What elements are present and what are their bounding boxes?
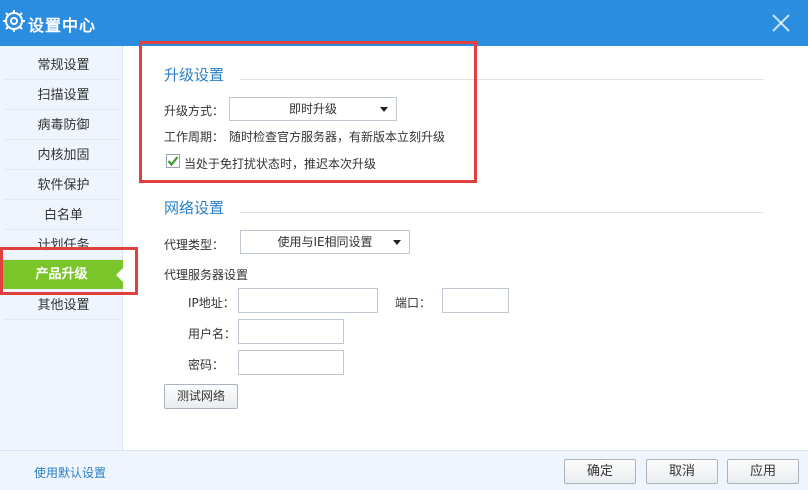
upgrade-mode-label: 升级方式： [164, 104, 225, 118]
dropdown-arrow-icon [393, 240, 401, 245]
proxy-server-label: 代理服务器设置 [164, 268, 249, 282]
sidebar-item-whitelist[interactable]: 白名单 [4, 201, 123, 230]
window-title: 设置中心 [28, 16, 97, 35]
network-section-divider [240, 212, 764, 213]
sidebar-item-label: 软件保护 [37, 178, 90, 193]
restore-defaults-link[interactable]: 使用默认设置 [34, 464, 106, 481]
dropdown-arrow-icon [380, 107, 388, 112]
upgrade-cycle-value: 随时检查官方服务器，有新版本立刻升级 [229, 130, 446, 144]
sidebar-item-other[interactable]: 其他设置 [4, 291, 123, 320]
gear-logo-icon [3, 10, 25, 32]
sidebar-item-label: 扫描设置 [37, 88, 90, 103]
sidebar-item-kernel[interactable]: 内核加固 [4, 141, 123, 170]
password-input[interactable] [238, 350, 344, 375]
port-input[interactable] [442, 288, 509, 313]
footer-bar: 使用默认设置 确定 取消 应用 [0, 450, 808, 490]
upgrade-cycle-label: 工作周期： [164, 130, 225, 144]
proxy-type-label: 代理类型： [164, 238, 225, 252]
port-label: 端口： [395, 296, 432, 310]
proxy-type-value: 使用与IE相同设置 [277, 235, 373, 249]
sidebar-item-label: 产品升级 [35, 267, 88, 282]
username-input[interactable] [238, 319, 344, 344]
close-icon[interactable] [768, 10, 794, 36]
upgrade-mode-select[interactable]: 即时升级 [229, 97, 397, 121]
upgrade-section-title: 升级设置 [164, 66, 225, 84]
password-label: 密码： [188, 358, 225, 372]
ok-button[interactable]: 确定 [564, 459, 636, 484]
ip-input[interactable] [238, 288, 378, 313]
ip-label: IP地址： [188, 296, 235, 310]
network-section-title: 网络设置 [164, 199, 225, 217]
apply-button[interactable]: 应用 [727, 459, 799, 484]
sidebar-item-label: 计划任务 [37, 238, 90, 253]
sidebar-item-scan[interactable]: 扫描设置 [4, 81, 123, 110]
cancel-button[interactable]: 取消 [646, 459, 718, 484]
upgrade-section-divider [240, 79, 764, 80]
sidebar: 常规设置 扫描设置 病毒防御 内核加固 软件保护 白名单 计划任务 产品升级 其… [0, 46, 123, 450]
sidebar-item-label: 其他设置 [37, 298, 90, 313]
title-bar: 设置中心 [0, 0, 808, 46]
upgrade-mode-value: 即时升级 [288, 102, 337, 116]
sidebar-item-label: 常规设置 [37, 58, 90, 73]
test-network-button[interactable]: 测试网络 [164, 384, 238, 409]
sidebar-item-virus-defense[interactable]: 病毒防御 [4, 111, 123, 140]
sidebar-item-label: 白名单 [43, 208, 83, 223]
sidebar-item-general[interactable]: 常规设置 [4, 51, 123, 80]
defer-upgrade-checkbox[interactable] [166, 154, 180, 168]
sidebar-item-software-protection[interactable]: 软件保护 [4, 171, 123, 200]
sidebar-item-label: 病毒防御 [37, 118, 90, 133]
sidebar-item-product-upgrade[interactable]: 产品升级 [0, 260, 123, 289]
proxy-type-select[interactable]: 使用与IE相同设置 [240, 230, 410, 254]
username-label: 用户名： [188, 327, 237, 341]
sidebar-item-label: 内核加固 [37, 148, 90, 163]
defer-upgrade-label: 当处于免打扰状态时，推迟本次升级 [184, 157, 377, 171]
sidebar-item-scheduled-tasks[interactable]: 计划任务 [4, 231, 123, 260]
